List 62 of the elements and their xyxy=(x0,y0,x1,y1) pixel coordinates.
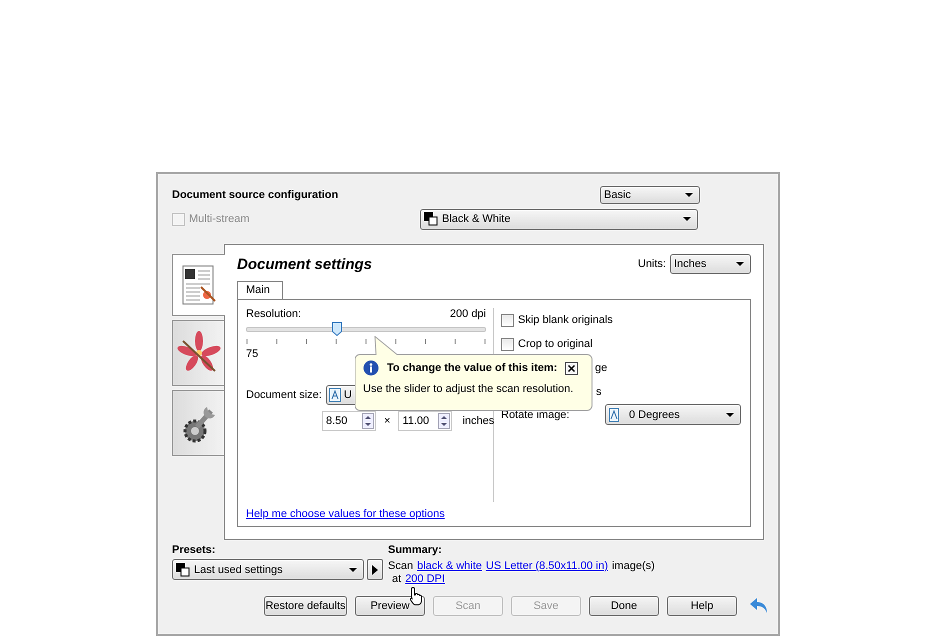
dialog-button[interactable]: Help xyxy=(667,596,737,616)
info-icon xyxy=(363,360,379,376)
checkbox-label: ge xyxy=(595,362,608,374)
times-sign: × xyxy=(383,415,392,427)
side-tab[interactable] xyxy=(172,390,224,456)
summary-label: Summary: xyxy=(388,544,443,557)
caret-icon xyxy=(683,217,691,221)
hand-cursor-icon xyxy=(409,586,423,606)
mode-dropdown[interactable]: Basic xyxy=(600,186,700,204)
height-spinbox[interactable]: 11.00 xyxy=(398,411,452,431)
slider-min-label: 75 xyxy=(246,348,260,360)
summary-text: at xyxy=(392,573,402,586)
document-size-label: Document size: xyxy=(246,389,322,401)
dialog-button[interactable]: Restore defaults xyxy=(264,596,347,616)
unit-label: inches xyxy=(462,415,494,427)
summary-link[interactable]: 200 DPI xyxy=(405,573,445,586)
rotate-dropdown[interactable]: 0 Degrees xyxy=(605,404,741,425)
spin-arrows-icon xyxy=(362,413,374,429)
side-tab[interactable] xyxy=(172,254,225,316)
presets-dropdown[interactable]: Last used settings xyxy=(172,559,364,580)
units-dropdown[interactable]: Inches xyxy=(670,254,751,274)
slider-thumb[interactable] xyxy=(332,322,342,336)
summary-text: Scan xyxy=(388,560,414,573)
presets-label: Presets: xyxy=(172,544,216,556)
summary-text: image(s) xyxy=(612,560,655,573)
summary-link[interactable]: US Letter (8.50x11.00 in) xyxy=(486,560,608,573)
resolution-reading: 200 dpi xyxy=(450,308,486,320)
help-link[interactable]: Help me choose values for these options xyxy=(246,508,445,520)
page-icon xyxy=(609,408,619,422)
tab[interactable]: Main xyxy=(237,281,283,299)
color-mode-dropdown[interactable]: Black & White xyxy=(420,208,698,230)
caret-icon xyxy=(736,262,744,266)
units-label: Units: xyxy=(638,258,666,270)
checkbox[interactable] xyxy=(501,338,514,350)
undo-arrow-icon[interactable] xyxy=(749,597,769,615)
close-icon[interactable] xyxy=(565,362,578,374)
dialog-button[interactable]: Done xyxy=(589,596,659,616)
tooltip-title: To change the value of this item: xyxy=(387,362,558,374)
panel-title: Document settings xyxy=(237,256,374,272)
caret-icon xyxy=(349,568,357,572)
color-mode-icon xyxy=(424,212,438,226)
checkbox-label: Crop to original xyxy=(518,338,593,350)
rotate-label: Rotate image: xyxy=(501,408,570,420)
color-mode-icon xyxy=(176,562,190,576)
checkbox-label: Multi-stream xyxy=(189,213,250,225)
section-title: Document source configuration xyxy=(172,189,340,201)
summary-link[interactable]: black & white xyxy=(417,560,482,573)
checkbox-label: Skip blank originals xyxy=(518,314,613,326)
caret-icon xyxy=(685,193,693,197)
tooltip-text: Use the slider to adjust the scan resolution. xyxy=(363,383,574,395)
play-arrow-icon xyxy=(372,564,378,574)
resolution-slider[interactable] xyxy=(246,322,486,338)
width-spinbox[interactable]: 8.50 xyxy=(322,411,376,431)
page-icon xyxy=(328,388,341,402)
spin-arrows-icon xyxy=(438,413,450,429)
checkbox[interactable] xyxy=(501,314,514,326)
presets-menu-button[interactable] xyxy=(367,559,383,580)
side-tab[interactable] xyxy=(172,320,224,386)
dialog-button[interactable]: Preview xyxy=(355,596,425,616)
checkbox-label: s xyxy=(596,386,602,398)
caret-icon xyxy=(726,412,734,416)
resolution-label: Resolution: xyxy=(246,308,302,320)
